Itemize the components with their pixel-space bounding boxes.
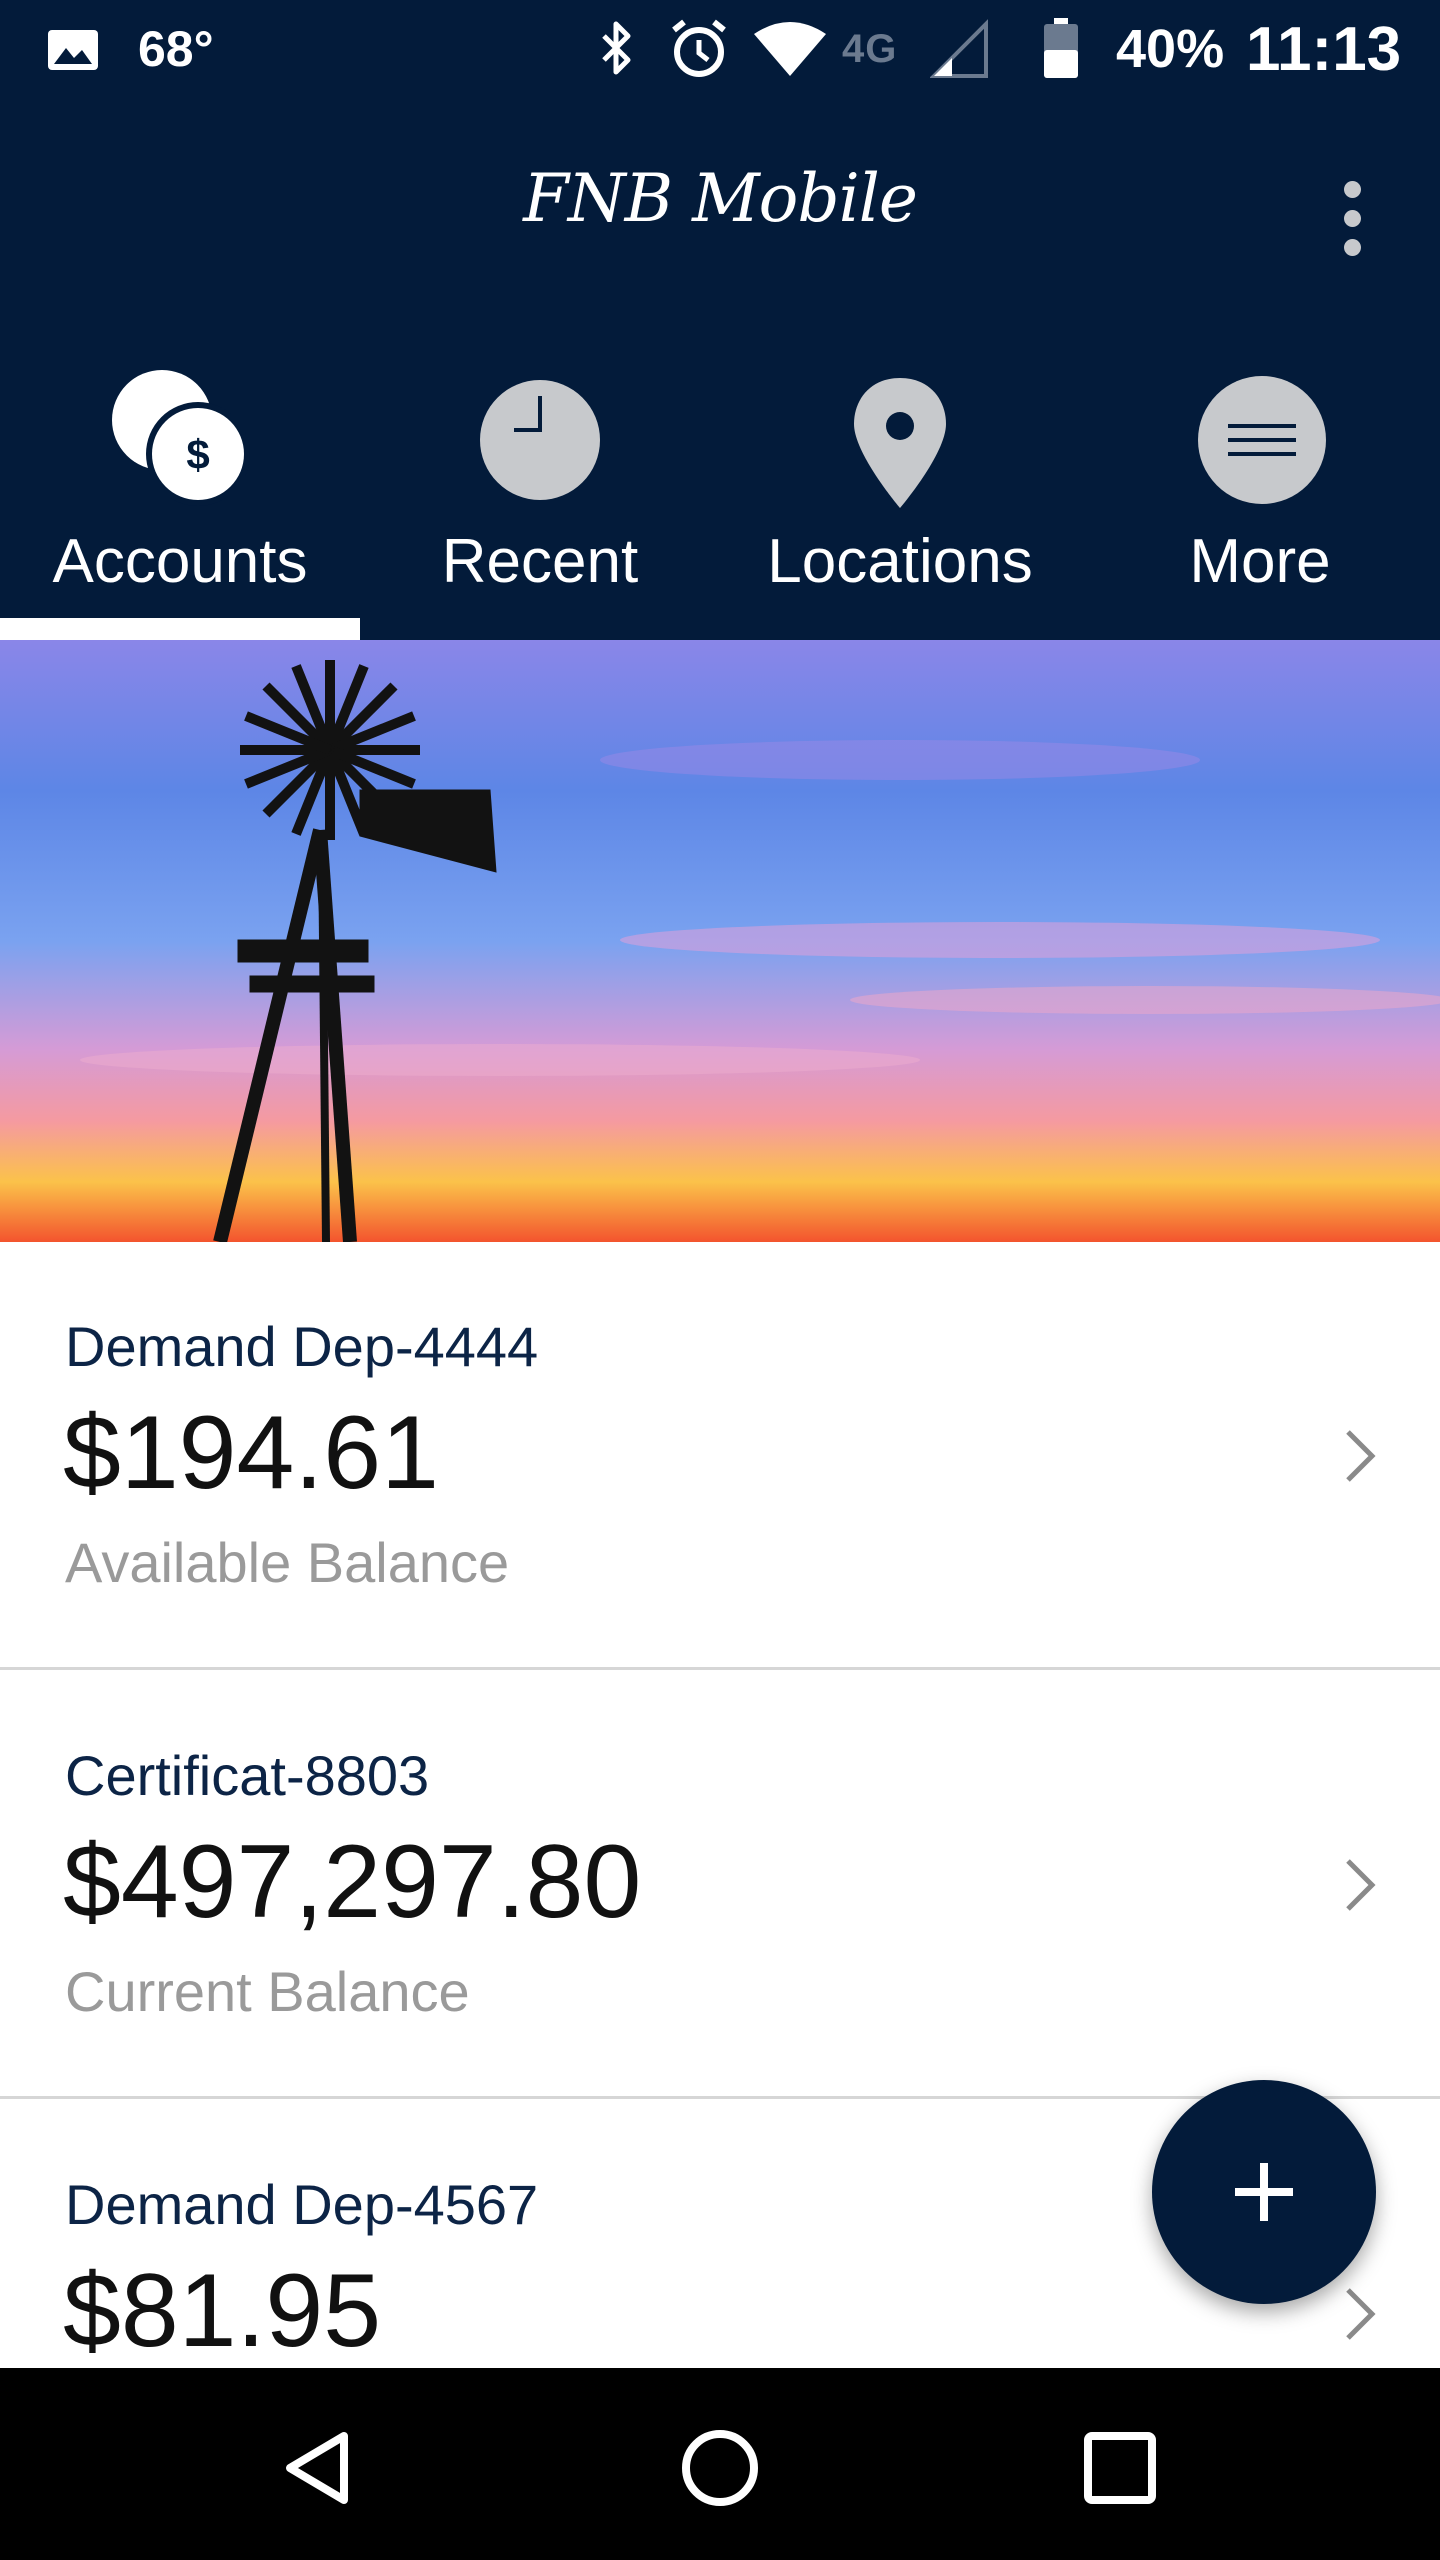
wifi-icon: [754, 22, 826, 76]
signal-icon: [930, 19, 988, 78]
account-name: Demand Dep-4567: [65, 2173, 539, 2236]
account-name: Demand Dep-4444: [65, 1315, 539, 1378]
account-row[interactable]: Certificat-8803 $497,297.80 Current Bala…: [0, 1671, 1440, 2099]
add-button[interactable]: [1152, 2080, 1376, 2304]
temperature-text: 68°: [138, 21, 214, 77]
account-balance: $194.61: [63, 1395, 439, 1511]
network-type-text: 4G: [842, 26, 898, 71]
account-name: Certificat-8803: [65, 1744, 430, 1807]
menu-lines-icon: [1198, 376, 1326, 504]
image-icon: [48, 30, 98, 70]
windmill-sunset-image: [0, 640, 1440, 1242]
tab-accounts[interactable]: $ Accounts: [0, 348, 360, 640]
svg-text:$: $: [186, 431, 209, 478]
location-pin-icon: [854, 378, 946, 508]
account-row[interactable]: Demand Dep-4444 $194.61 Available Balanc…: [0, 1242, 1440, 1670]
chevron-right-icon: [1346, 2288, 1376, 2340]
back-icon[interactable]: [270, 2418, 370, 2518]
alarm-icon: [672, 19, 726, 77]
app-screen: 68° 4G 40% 11:13 FNB Mobile $ Accounts R…: [0, 0, 1440, 2560]
home-icon[interactable]: [670, 2418, 770, 2518]
system-nav-bar: [0, 2368, 1440, 2560]
tab-locations-label: Locations: [767, 527, 1033, 596]
battery-icon: [1044, 18, 1078, 78]
tab-recent[interactable]: Recent: [360, 348, 720, 640]
tab-more-label: More: [1189, 527, 1331, 596]
account-balance: $497,297.80: [63, 1824, 642, 1940]
account-balance: $81.95: [63, 2253, 382, 2369]
battery-percent-text: 40%: [1116, 19, 1225, 79]
tab-accounts-label: Accounts: [52, 527, 308, 596]
tab-more[interactable]: More: [1080, 348, 1440, 640]
chevron-right-icon: [1346, 1430, 1376, 1482]
recents-icon[interactable]: [1070, 2418, 1170, 2518]
plus-icon: [1235, 2163, 1293, 2221]
clock-time-text: 11:13: [1246, 14, 1402, 84]
status-bar: 68° 4G 40% 11:13: [0, 0, 1440, 98]
chevron-right-icon: [1346, 1859, 1376, 1911]
app-bar: FNB Mobile $ Accounts Recent Locations M…: [0, 98, 1440, 640]
balance-type-label: Current Balance: [65, 1960, 470, 2023]
clock-icon: [480, 380, 600, 500]
tab-selected-indicator: [0, 618, 360, 640]
balance-type-label: Available Balance: [65, 1531, 510, 1594]
accounts-coins-icon: $: [112, 370, 250, 506]
tab-locations[interactable]: Locations: [720, 348, 1080, 640]
tab-recent-label: Recent: [441, 527, 639, 596]
app-title: FNB Mobile: [523, 160, 918, 237]
more-vertical-icon[interactable]: [1320, 168, 1384, 268]
bluetooth-icon: [602, 21, 631, 75]
